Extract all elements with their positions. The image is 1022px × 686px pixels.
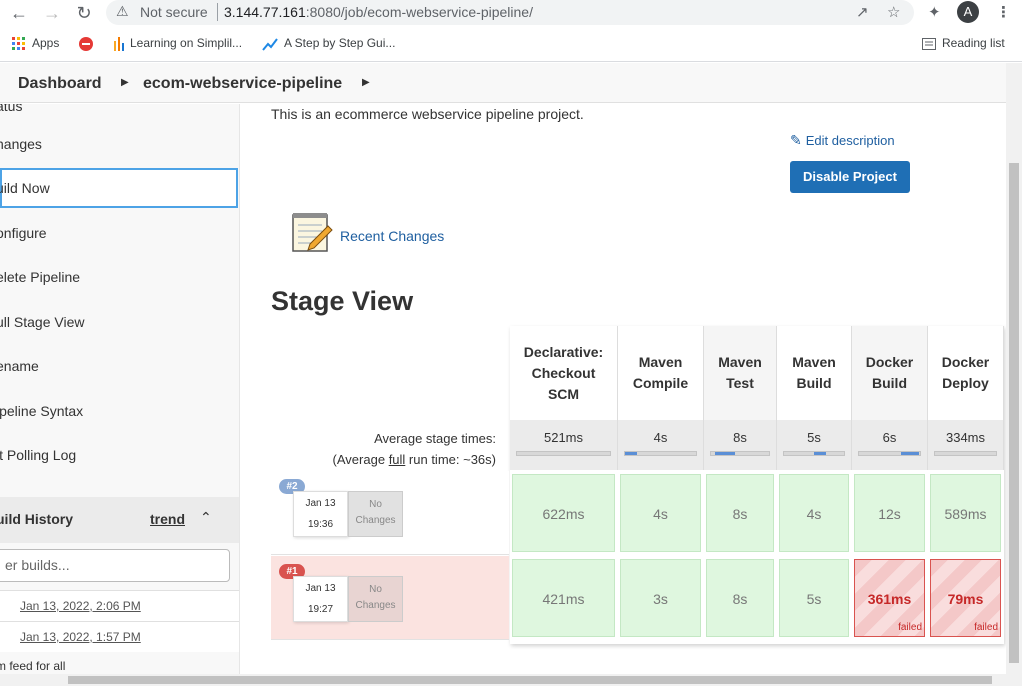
stage-result-cell[interactable]: 8s [706,474,774,552]
bookmark-red-site[interactable] [78,36,100,52]
sidebar-item-configure[interactable]: onfigure [0,213,238,253]
failed-label: failed [974,622,998,633]
avg-time-cell: 5s [777,420,852,470]
chart-line-icon [262,38,278,51]
notepad-icon [292,213,333,252]
build-history-header: uild History trend ⌃ [0,497,239,543]
breadcrumb-job[interactable]: ecom-webservice-pipeline [143,75,342,93]
build-history-row[interactable]: Jan 13, 2022, 1:57 PM [0,621,239,652]
stage-result-cell[interactable]: 3s [620,559,701,637]
sidebar: atus hanges uild Now onfigure elete Pipe… [0,104,240,686]
avg-stage-label: Average stage times: [374,431,496,446]
scroll-thumb[interactable] [68,676,992,684]
sidebar-item-changes[interactable]: hanges [0,124,238,164]
sidebar-item-status[interactable]: atus [0,104,238,126]
horizontal-scrollbar[interactable] [0,674,1022,686]
stage-header: Docker Build [852,326,928,420]
bookmark-simplilearn[interactable]: Learning on Simplil... [114,36,242,51]
disable-project-button[interactable]: Disable Project [790,161,910,193]
edit-description-link[interactable]: ✎ Edit description [790,132,895,149]
stage-result-cell-failed[interactable]: 361ms failed [854,559,925,637]
sidebar-item-git-polling-log[interactable]: it Polling Log [0,435,238,475]
main-content: This is an ecommerce webservice pipeline… [240,104,1006,674]
sidebar-item-delete-pipeline[interactable]: elete Pipeline [0,257,238,297]
omnibox-divider [217,3,218,21]
stage-result-cell[interactable]: 622ms [512,474,615,552]
avg-time-cell: 8s [704,420,777,470]
address-bar[interactable]: ⚠ Not secure 3.144.77.161:8080/job/ecom-… [106,0,914,25]
build-date-link[interactable]: Jan 13, 2022, 1:57 PM [20,630,141,644]
full-run-link[interactable]: full [389,452,406,467]
red-circle-icon [79,37,93,51]
breadcrumb-arrow-icon[interactable]: ▶ [362,77,370,88]
filter-builds-input[interactable]: er builds... [0,549,230,582]
simplilearn-icon [114,36,124,51]
browser-toolbar: ← → ↻ ⚠ Not secure 3.144.77.161:8080/job… [0,0,1022,26]
build-date-box: Jan 13 19:27 [293,576,348,622]
stage-header: Declarative: Checkout SCM [510,326,618,420]
breadcrumb-arrow-icon[interactable]: ▶ [121,77,129,88]
forward-arrow-icon[interactable]: → [41,2,63,24]
stage-view-title: Stage View [271,286,414,316]
recent-changes-link[interactable]: Recent Changes [340,228,444,244]
bookmark-apps[interactable]: Apps [12,36,59,51]
stage-result-cell-failed[interactable]: 79ms failed [930,559,1001,637]
breadcrumb-dashboard[interactable]: Dashboard [18,75,102,93]
avatar[interactable]: A [957,1,979,23]
trend-link[interactable]: trend [150,511,185,527]
back-arrow-icon[interactable]: ← [8,2,30,24]
avg-time-cell: 521ms [510,420,618,470]
build-date-box: Jan 13 19:36 [293,491,348,537]
sidebar-item-build-now[interactable]: uild Now [0,168,238,208]
stage-result-cell[interactable]: 8s [706,559,774,637]
stage-result-cell[interactable]: 12s [854,474,925,552]
stage-result-cell[interactable]: 589ms [930,474,1001,552]
avg-time-cell: 6s [852,420,928,470]
stage-header: Maven Test [704,326,777,420]
url-text[interactable]: 3.144.77.161:8080/job/ecom-webservice-pi… [224,4,533,20]
build-row-1[interactable]: #1 Jan 13 19:27 No Changes [271,556,509,640]
stage-result-cell[interactable]: 4s [620,474,701,552]
project-description: This is an ecommerce webservice pipeline… [271,106,584,122]
vertical-scrollbar[interactable] [1006,63,1022,674]
avg-time-cell: 4s [618,420,704,470]
reload-icon[interactable]: ↻ [73,2,95,24]
stage-header: Docker Deploy [928,326,1004,420]
sidebar-item-full-stage-view[interactable]: ull Stage View [0,302,238,342]
not-secure-label: Not secure [140,4,208,20]
extensions-icon[interactable]: ✦ [928,3,941,21]
menu-kebab-icon[interactable]: ⋮ [996,3,1011,21]
stage-header: Maven Compile [618,326,704,420]
bookmark-step-guide[interactable]: A Step by Step Gui... [262,36,395,51]
avg-time-cell: 334ms [928,420,1004,470]
build-date-link[interactable]: Jan 13, 2022, 2:06 PM [20,599,141,613]
avg-run-label: (Average full run time: ~36s) [332,452,496,467]
reading-list[interactable]: Reading list [922,36,1005,50]
no-changes-box: No Changes [348,576,403,622]
stage-result-cell[interactable]: 5s [779,559,849,637]
build-history-title: uild History [0,511,74,527]
pencil-icon: ✎ [790,132,802,148]
scroll-thumb[interactable] [1009,163,1019,663]
bookmarks-bar: Apps Learning on Simplil... A Step by St… [0,26,1022,62]
apps-grid-icon [12,36,25,50]
warning-icon: ⚠ [116,3,129,19]
sidebar-item-rename[interactable]: ename [0,346,238,386]
failed-label: failed [898,622,922,633]
stage-result-cell[interactable]: 421ms [512,559,615,637]
build-history-row[interactable]: Jan 13, 2022, 2:06 PM [0,590,239,621]
stage-header: Maven Build [777,326,852,420]
atom-feed-link[interactable]: m feed for all [0,659,65,673]
breadcrumb: Dashboard ▶ ecom-webservice-pipeline ▶ [0,63,1022,103]
stage-result-cell[interactable]: 4s [779,474,849,552]
no-changes-box: No Changes [348,491,403,537]
share-icon[interactable]: ↗ [856,3,869,21]
chevron-up-icon[interactable]: ⌃ [200,509,212,526]
star-icon[interactable]: ☆ [887,3,900,21]
build-row-2[interactable]: #2 Jan 13 19:36 No Changes [271,471,509,555]
sidebar-item-pipeline-syntax[interactable]: ipeline Syntax [0,391,238,431]
reading-list-icon [922,37,936,50]
